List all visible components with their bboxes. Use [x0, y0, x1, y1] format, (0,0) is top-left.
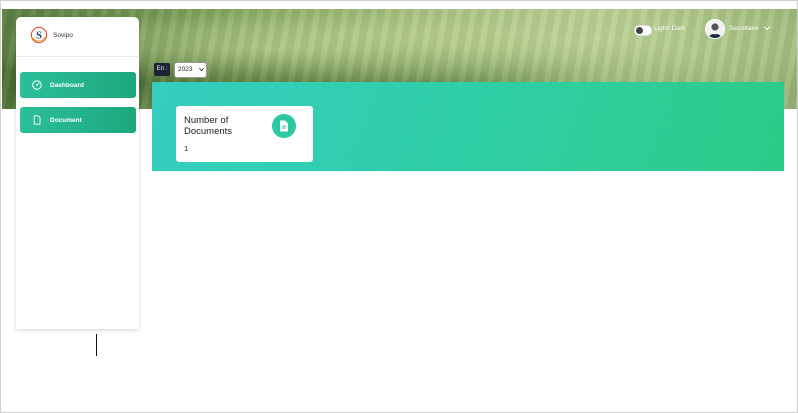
year-filter-label: En : [154, 63, 170, 76]
sidebar: S Sovipo Dashboard Document [16, 17, 139, 329]
user-name: Secretaire [729, 25, 759, 32]
brand-logo-icon: S [30, 26, 48, 44]
stat-value: 1 [184, 144, 189, 153]
stat-card-documents: Number of Documents 1 [176, 106, 313, 162]
app-window: S Sovipo Dashboard Document Light/ Dark [0, 0, 798, 413]
document-icon [33, 115, 41, 125]
chevron-down-icon [199, 67, 204, 72]
toggle-track[interactable] [634, 25, 652, 36]
theme-toggle-label: Light/ Dark [654, 25, 686, 32]
sidebar-item-label: Document [50, 117, 82, 124]
stat-icon-badge [272, 114, 296, 138]
toggle-knob [636, 27, 643, 34]
dashboard-gauge-icon [32, 80, 42, 90]
sidebar-item-label: Dashboard [50, 82, 84, 89]
sidebar-item-document[interactable]: Document [20, 107, 136, 133]
document-icon [280, 120, 288, 132]
brand-name: Sovipo [53, 32, 73, 39]
user-avatar-icon [705, 19, 725, 39]
brand-logo-letter: S [36, 30, 42, 42]
year-select-value: 2023 [178, 66, 193, 73]
text-cursor [96, 334, 97, 356]
stat-title: Number of Documents [184, 115, 233, 137]
year-select[interactable]: 2023 [174, 62, 207, 78]
brand[interactable]: S Sovipo [16, 17, 139, 57]
chevron-down-icon [763, 26, 771, 31]
sidebar-item-dashboard[interactable]: Dashboard [20, 72, 136, 98]
